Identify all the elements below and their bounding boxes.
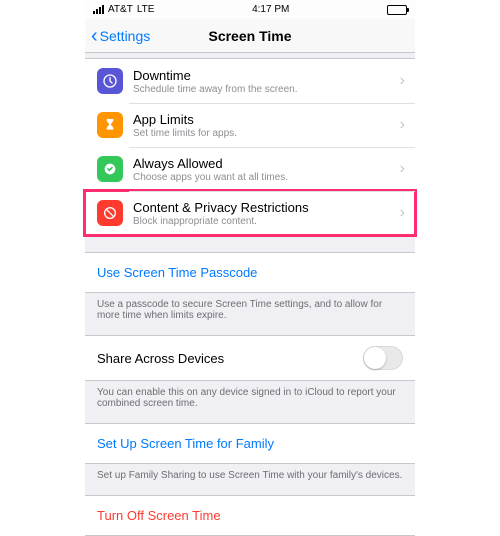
- passcode-footer: Use a passcode to secure Screen Time set…: [85, 293, 415, 335]
- use-passcode-button[interactable]: Use Screen Time Passcode: [85, 253, 415, 292]
- setup-family-button[interactable]: Set Up Screen Time for Family: [85, 424, 415, 463]
- no-entry-icon: [97, 200, 123, 226]
- network-label: LTE: [137, 4, 155, 15]
- back-button[interactable]: ‹ Settings: [91, 26, 150, 46]
- battery-icon: [387, 5, 407, 15]
- row-title: Downtime: [133, 68, 394, 83]
- row-subtitle: Block inappropriate content.: [133, 216, 394, 227]
- chevron-right-icon: ›: [400, 204, 405, 222]
- share-across-devices-row: Share Across Devices: [85, 336, 415, 380]
- row-subtitle: Schedule time away from the screen.: [133, 84, 394, 95]
- nav-bar: ‹ Settings Screen Time: [85, 19, 415, 53]
- back-label: Settings: [100, 28, 151, 44]
- row-always-allowed[interactable]: Always Allowed Choose apps you want at a…: [85, 147, 415, 191]
- status-bar: AT&T LTE 4:17 PM: [85, 0, 415, 19]
- row-title: Content & Privacy Restrictions: [133, 200, 394, 215]
- row-downtime[interactable]: Downtime Schedule time away from the scr…: [85, 59, 415, 103]
- family-footer: Set up Family Sharing to use Screen Time…: [85, 464, 415, 495]
- row-title: App Limits: [133, 112, 394, 127]
- clock: 4:17 PM: [252, 4, 289, 15]
- share-footer: You can enable this on any device signed…: [85, 381, 415, 423]
- signal-icon: [93, 5, 104, 14]
- chevron-left-icon: ‹: [91, 26, 98, 46]
- share-toggle[interactable]: [363, 346, 403, 370]
- row-subtitle: Set time limits for apps.: [133, 128, 394, 139]
- check-badge-icon: [97, 156, 123, 182]
- row-app-limits[interactable]: App Limits Set time limits for apps. ›: [85, 103, 415, 147]
- carrier-label: AT&T: [108, 4, 133, 15]
- row-title: Always Allowed: [133, 156, 394, 171]
- row-content-privacy[interactable]: Content & Privacy Restrictions Block ina…: [85, 191, 415, 235]
- chevron-right-icon: ›: [400, 116, 405, 134]
- chevron-right-icon: ›: [400, 72, 405, 90]
- features-section: Downtime Schedule time away from the scr…: [85, 58, 415, 236]
- share-label: Share Across Devices: [97, 351, 224, 366]
- row-subtitle: Choose apps you want at all times.: [133, 172, 394, 183]
- turn-off-button[interactable]: Turn Off Screen Time: [85, 496, 415, 535]
- chevron-right-icon: ›: [400, 160, 405, 178]
- hourglass-icon: [97, 112, 123, 138]
- downtime-icon: [97, 68, 123, 94]
